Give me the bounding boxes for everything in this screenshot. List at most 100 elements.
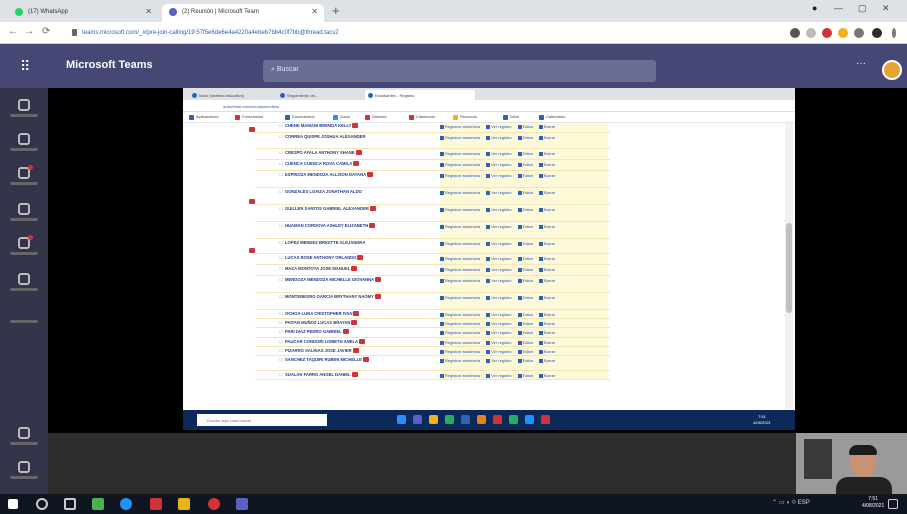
minimize-button[interactable]: — xyxy=(834,3,843,13)
shared-url: aulavirtual.edu/estudiantes/lista xyxy=(223,104,279,109)
row-checkbox: ☐ xyxy=(279,150,283,155)
menu-icon[interactable] xyxy=(892,28,896,38)
chrome-icon[interactable] xyxy=(208,498,220,510)
row-action-link: Borrar xyxy=(539,224,555,229)
maximize-button[interactable]: ▢ xyxy=(858,3,867,14)
bookmark-item: Calendario xyxy=(539,114,565,120)
table-row: ☐ LUCAS ROSE ANTHONY ORLANDO Registrar asi… xyxy=(255,254,610,265)
row-action-link: Borrar xyxy=(539,256,555,261)
start-icon[interactable] xyxy=(8,499,18,509)
self-video-tile[interactable] xyxy=(796,433,907,494)
help-icon[interactable] xyxy=(10,458,38,492)
taskbar-clock[interactable]: 7:51 4/08/2021 xyxy=(862,496,884,510)
row-checkbox: ☐ xyxy=(279,266,283,271)
close-icon[interactable]: ✕ xyxy=(311,7,318,16)
app-icon xyxy=(445,415,454,424)
assignments-icon[interactable] xyxy=(10,200,38,234)
system-tray[interactable]: ⌃ ▭ ◖ ⟐ ESP xyxy=(772,499,810,507)
profile-icon[interactable]: ● xyxy=(812,3,817,13)
app-icon[interactable] xyxy=(150,498,162,510)
star-icon[interactable] xyxy=(806,28,816,38)
row-action-link: Registrar asistencia xyxy=(440,241,480,246)
more-options-button[interactable]: ··· xyxy=(856,58,866,69)
student-name: LOPEZ MENDEZ BRIGITTE ALEJANDRA xyxy=(285,240,366,245)
row-action-link: Editar xyxy=(517,135,533,140)
row-action-link: Borrar xyxy=(539,162,555,167)
student-name: PARI DIAZ PEDRO GABRIEL xyxy=(285,329,405,335)
row-action-link: Editar xyxy=(517,241,533,246)
shared-page: ☐ CHENE MAMANI BRENDA KELLY Registrar asis… xyxy=(183,123,795,410)
row-action-link: Editar xyxy=(517,278,533,283)
app-launcher-icon[interactable]: ⠿ xyxy=(20,58,30,75)
row-action-link: Editar xyxy=(517,162,533,167)
bookmark-item: Aplicaciones xyxy=(189,114,218,120)
more-apps-icon[interactable] xyxy=(10,314,38,348)
student-list: ☐ CHENE MAMANI BRENDA KELLY Registrar asis… xyxy=(249,123,610,380)
row-action-link: Ver registro xyxy=(486,224,512,229)
app-icon xyxy=(525,415,534,424)
chat-icon[interactable] xyxy=(10,130,38,164)
app-icon[interactable] xyxy=(92,498,104,510)
row-action-link: Borrar xyxy=(539,241,555,246)
row-action-link: Registrar asistencia xyxy=(440,256,480,261)
search-input[interactable]: ⌕ Buscar xyxy=(263,60,656,82)
avatar[interactable] xyxy=(872,28,882,38)
avatar[interactable] xyxy=(882,60,902,80)
folder-icon[interactable] xyxy=(178,498,190,510)
row-action-link: Borrar xyxy=(539,278,555,283)
back-icon[interactable]: ← xyxy=(8,26,18,37)
student-name: GONZALES LOAIZA JONATHAN ALDO xyxy=(285,189,362,194)
row-action-link: Ver registro xyxy=(486,135,512,140)
new-tab-button[interactable]: + xyxy=(332,3,340,18)
activity-icon[interactable] xyxy=(10,96,38,130)
row-actions: Registrar asistencia Ver registro Editar Bo… xyxy=(440,149,608,159)
row-action-link: Registrar asistencia xyxy=(440,124,480,129)
app-title: Microsoft Teams xyxy=(66,59,153,71)
extension-icon[interactable] xyxy=(838,28,848,38)
row-action-link: Editar xyxy=(517,330,533,335)
row-actions: Registrar asistencia Ver registro Editar Bo… xyxy=(440,347,608,355)
flag-icon xyxy=(351,372,358,377)
address-bar-row: ← → ⟳ teams.microsoft.com/_#/pre-join-ca… xyxy=(0,22,907,44)
search-icon[interactable] xyxy=(36,498,48,510)
close-icon[interactable]: ✕ xyxy=(145,7,152,16)
row-checkbox: ☐ xyxy=(279,339,283,344)
row-checkbox: ☐ xyxy=(279,311,283,316)
reload-icon[interactable]: ⟳ xyxy=(42,26,50,37)
teams-icon[interactable] xyxy=(10,164,38,198)
close-window-button[interactable]: ✕ xyxy=(882,3,890,14)
row-actions: Registrar asistencia Ver registro Editar Bo… xyxy=(440,293,608,309)
row-actions: Registrar asistencia Ver registro Editar Bo… xyxy=(440,371,608,379)
puzzle-icon[interactable] xyxy=(854,28,864,38)
shared-clock: 7:51 4/08/2021 xyxy=(753,414,771,425)
extension-icon[interactable] xyxy=(822,28,832,38)
calendar-icon[interactable] xyxy=(10,234,38,268)
apps-icon[interactable] xyxy=(10,424,38,458)
task-view-icon[interactable] xyxy=(64,498,76,510)
table-row: ☐ CRESPO AYALA ANTHONY SHANE Registrar asi… xyxy=(255,149,610,160)
url-field[interactable]: teams.microsoft.com/_#/pre-join-calling/… xyxy=(70,27,760,40)
row-action-link: Editar xyxy=(517,190,533,195)
shared-tab: Seguimiento de... xyxy=(277,90,363,100)
flag-icon xyxy=(362,357,369,362)
forward-icon[interactable]: → xyxy=(24,26,34,37)
notification-icon[interactable] xyxy=(888,499,898,509)
row-action-link: Registrar asistencia xyxy=(440,207,480,212)
tab-whatsapp[interactable]: (17) WhatsApp ✕ xyxy=(8,4,158,22)
row-action-link: Editar xyxy=(517,295,533,300)
shared-bookmarks-bar: Aplicaciones Formularios Documentos Zoom… xyxy=(183,112,795,123)
edge-icon[interactable] xyxy=(120,498,132,510)
calls-icon[interactable] xyxy=(10,270,38,304)
table-row: ☐ CUENCA CUENCA ROSA CAMILA Registrar asis… xyxy=(255,160,610,171)
row-action-link: Borrar xyxy=(539,124,555,129)
app-icon xyxy=(541,415,550,424)
flag-icon xyxy=(342,329,349,334)
tab-teams[interactable]: (2) Reunión | Microsoft Team ✕ xyxy=(162,4,324,22)
key-icon[interactable] xyxy=(790,28,800,38)
teams-icon[interactable] xyxy=(236,498,248,510)
student-name: CHENE MAMANI BRENDA KELLY xyxy=(285,123,405,129)
row-action-link: Borrar xyxy=(539,295,555,300)
tab-title: (17) WhatsApp xyxy=(28,9,69,15)
app-icon xyxy=(413,415,422,424)
row-action-link: Ver registro xyxy=(486,173,512,178)
